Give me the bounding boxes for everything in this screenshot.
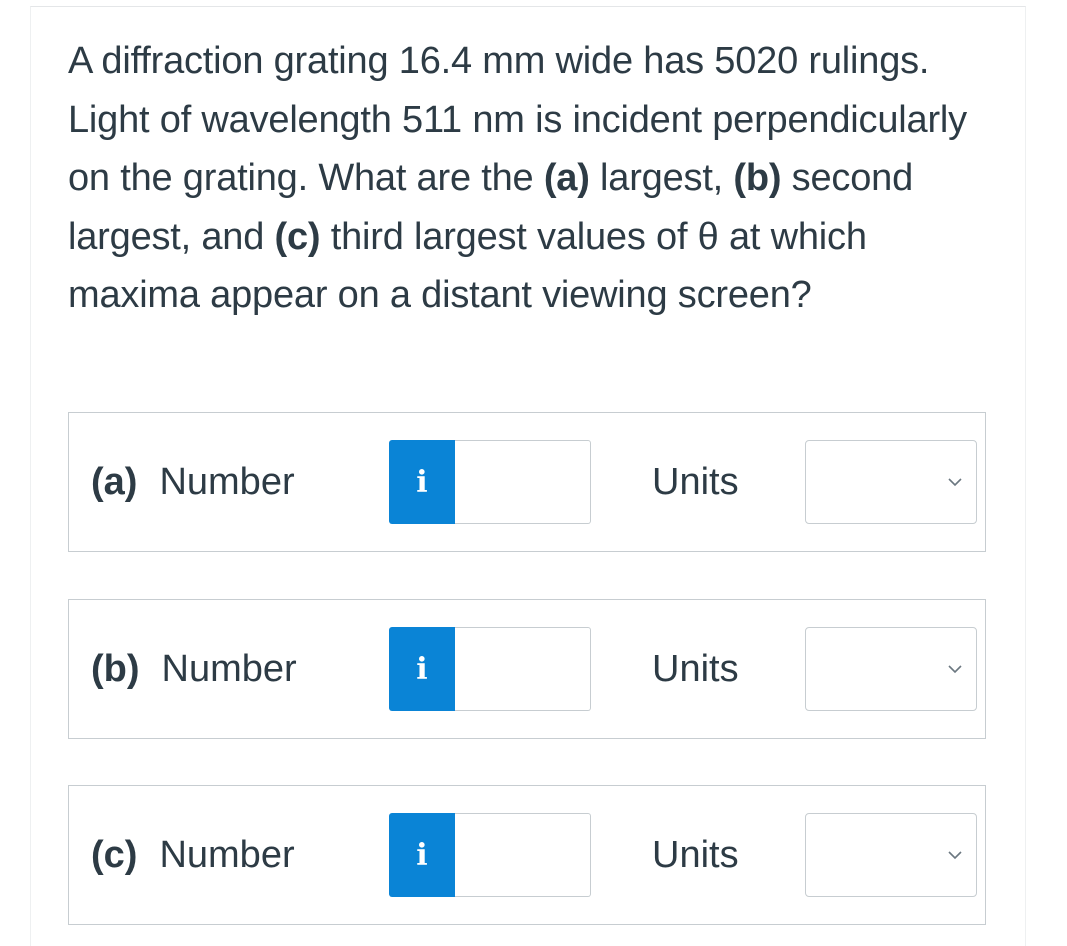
number-label: Number xyxy=(159,460,295,503)
question-text: A diffraction grating 16.4 mm wide has 5… xyxy=(68,40,967,316)
units-select-c[interactable] xyxy=(805,813,977,897)
part-letter: (a) xyxy=(91,460,138,503)
units-label-c: Units xyxy=(652,833,739,876)
number-input-b[interactable] xyxy=(455,627,591,711)
number-input-c[interactable] xyxy=(455,813,591,897)
answer-row-a: (a) Number i Units xyxy=(68,412,986,552)
part-letter: (c) xyxy=(91,833,138,876)
units-label-a: Units xyxy=(652,460,739,503)
row-label-c: (c) Number xyxy=(91,786,295,924)
units-select-a[interactable] xyxy=(805,440,977,524)
info-icon[interactable]: i xyxy=(389,813,455,897)
units-select-b[interactable] xyxy=(805,627,977,711)
number-label: Number xyxy=(159,833,295,876)
row-label-b: (b) Number xyxy=(91,600,297,738)
chevron-down-icon xyxy=(948,478,962,487)
info-icon[interactable]: i xyxy=(389,440,455,524)
part-letter: (b) xyxy=(91,647,140,690)
info-icon[interactable]: i xyxy=(389,627,455,711)
chevron-down-icon xyxy=(948,665,962,674)
number-input-a[interactable] xyxy=(455,440,591,524)
row-label-a: (a) Number xyxy=(91,413,295,551)
chevron-down-icon xyxy=(948,851,962,860)
answer-row-b: (b) Number i Units xyxy=(68,599,986,739)
number-label: Number xyxy=(161,647,297,690)
answer-row-c: (c) Number i Units xyxy=(68,785,986,925)
units-label-b: Units xyxy=(652,647,739,690)
